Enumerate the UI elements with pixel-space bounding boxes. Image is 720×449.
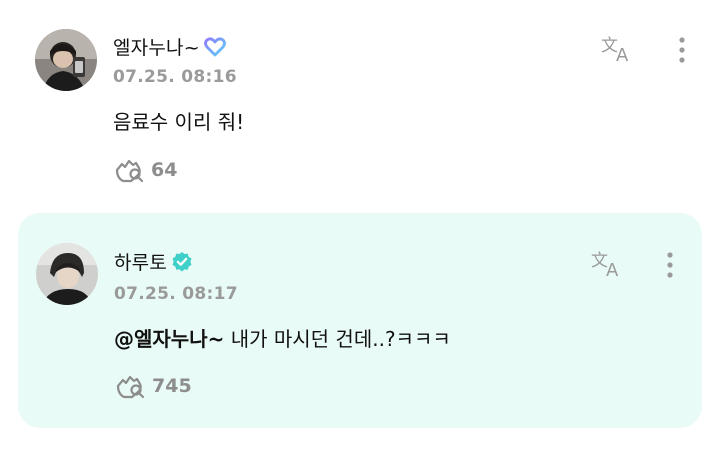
svg-text:A: A — [616, 45, 629, 64]
like-hand-icon — [114, 372, 146, 400]
like-hand-icon — [113, 156, 145, 184]
like-button[interactable]: 64 — [113, 156, 177, 184]
like-count: 64 — [151, 159, 178, 181]
more-vertical-icon[interactable] — [663, 250, 677, 282]
author-name-text: 엘자누나~ — [113, 37, 200, 59]
comment-text-content: 음료수 이리 줘! — [113, 110, 245, 134]
avatar[interactable] — [36, 243, 98, 305]
heart-badge-icon — [203, 36, 226, 57]
translate-icon[interactable]: 文 A — [600, 34, 636, 66]
more-vertical-icon[interactable] — [675, 35, 689, 67]
timestamp: 07.25. 08:17 — [114, 284, 238, 304]
author-name-text: 하루토 — [114, 252, 168, 274]
verified-badge-icon — [171, 251, 193, 273]
comment-text: @엘자누나~ 내가 마시던 건데..?ㅋㅋㅋ — [114, 323, 451, 352]
svg-text:A: A — [606, 260, 619, 279]
comment-text: 음료수 이리 줘! — [113, 106, 244, 135]
timestamp: 07.25. 08:16 — [113, 67, 237, 87]
author-name[interactable]: 엘자누나~ — [113, 33, 226, 60]
mention-link[interactable]: @엘자누나~ — [114, 327, 224, 351]
author-name[interactable]: 하루토 — [114, 248, 193, 275]
translate-icon[interactable]: 文 A — [590, 249, 626, 281]
comment-item-highlighted: 하루토 07.25. 08:17 @엘자누나~ 내가 마시던 건데..?ㅋㅋㅋ … — [18, 213, 702, 428]
like-count: 745 — [152, 375, 192, 397]
like-button[interactable]: 745 — [114, 372, 192, 400]
avatar[interactable] — [35, 29, 97, 91]
comment-item: 엘자누나~ 07.25. 08:16 음료수 이리 줘! 文 A 64 — [0, 0, 720, 210]
comment-text-content: 내가 마시던 건데..?ㅋㅋㅋ — [224, 327, 451, 351]
